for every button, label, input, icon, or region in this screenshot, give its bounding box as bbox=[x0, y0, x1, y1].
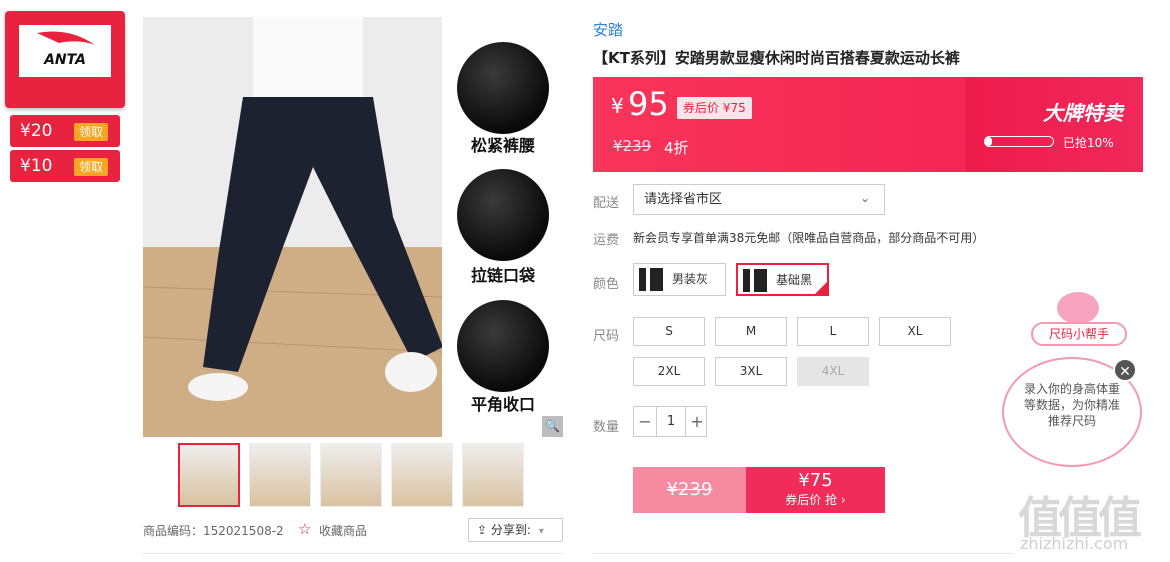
buy-original-price[interactable]: ¥239 bbox=[633, 467, 746, 513]
thumbnail[interactable] bbox=[178, 443, 240, 507]
share-icon: ⇪ bbox=[477, 523, 488, 537]
hem-detail-image bbox=[457, 300, 549, 392]
delivery-label: 配送 bbox=[593, 196, 620, 211]
coupon-20[interactable]: ¥20 领取 bbox=[10, 115, 120, 147]
watermark-url: zhizhizhi.com bbox=[1020, 534, 1129, 553]
buy-after-label: 券后价 抢 › bbox=[785, 493, 846, 507]
zoom-icon[interactable]: 🔍 bbox=[542, 416, 563, 437]
size-label: 尺码 bbox=[593, 329, 620, 344]
buy-after-price: ¥75 bbox=[798, 470, 833, 491]
feature-caption: 拉链口袋 bbox=[470, 266, 535, 285]
size-option[interactable]: XL bbox=[879, 317, 951, 346]
color-label: 颜色 bbox=[593, 277, 620, 292]
zip-pocket-detail-image bbox=[457, 169, 549, 261]
logo-text: ANTA bbox=[44, 52, 86, 68]
main-product-image[interactable] bbox=[143, 17, 442, 437]
shipping-text: 新会员专享首单满38元免邮（限唯品自营商品，部分商品不可用） bbox=[633, 231, 985, 245]
currency-symbol: ¥ bbox=[611, 94, 624, 118]
size-option[interactable]: L bbox=[797, 317, 869, 346]
buy-coupon-button[interactable]: ¥75 券后价 抢 › bbox=[746, 467, 885, 513]
size-helper-text: 录入你的身高体重等数据，为你精准推荐尺码 bbox=[1023, 382, 1120, 428]
color-swatch bbox=[639, 268, 663, 291]
close-icon[interactable]: ✕ bbox=[1113, 358, 1137, 382]
thumbnail[interactable] bbox=[391, 443, 453, 507]
feature-caption: 平角收口 bbox=[470, 395, 535, 414]
coupon-get-button[interactable]: 领取 bbox=[74, 123, 108, 141]
share-button[interactable]: ⇪ 分享到: ▾ bbox=[468, 518, 563, 542]
sold-progress-text: 已抢10% bbox=[1063, 136, 1114, 150]
sold-progress-bar bbox=[984, 136, 1054, 147]
selected-check-icon bbox=[814, 281, 828, 295]
waistband-detail-image bbox=[457, 42, 549, 134]
color-name: 基础黑 bbox=[776, 273, 813, 287]
discount-rate: 4折 bbox=[664, 139, 689, 157]
chevron-down-icon: ⌄ bbox=[860, 191, 871, 205]
quantity-stepper[interactable]: − 1 + bbox=[633, 406, 707, 437]
price-banner: ¥ 95 券后价 ¥75 ¥239 4折 大牌特卖 已抢10% bbox=[593, 77, 1143, 172]
model-pants-illustration bbox=[143, 17, 442, 437]
product-code: 商品编码：152021508-2 bbox=[143, 524, 284, 538]
size-option[interactable]: M bbox=[715, 317, 787, 346]
quantity-value[interactable]: 1 bbox=[656, 407, 686, 436]
current-price: 95 bbox=[628, 85, 669, 123]
detail-features-panel: 松紧裤腰 拉链口袋 平角收口 bbox=[442, 17, 564, 437]
thumbnail[interactable] bbox=[462, 443, 524, 507]
size-option[interactable]: S bbox=[633, 317, 705, 346]
star-icon[interactable]: ☆ bbox=[298, 520, 311, 538]
quantity-label: 数量 bbox=[593, 420, 620, 435]
favorite-label[interactable]: 收藏商品 bbox=[319, 522, 367, 539]
divider bbox=[143, 553, 563, 554]
size-helper-label[interactable]: 尺码小帮手 bbox=[1031, 322, 1127, 346]
thumbnail[interactable] bbox=[249, 443, 311, 507]
coupon-amount: ¥10 bbox=[20, 156, 53, 176]
size-option-disabled: 4XL bbox=[797, 357, 869, 386]
minus-button[interactable]: − bbox=[634, 407, 656, 436]
coupon-get-button[interactable]: 领取 bbox=[74, 158, 108, 176]
mascot-icon bbox=[1057, 292, 1099, 324]
thumbnail[interactable] bbox=[320, 443, 382, 507]
color-option-grey[interactable]: 男装灰 bbox=[633, 263, 726, 296]
anta-logo-swoosh bbox=[37, 31, 95, 45]
coupon-price-tag: 券后价 ¥75 bbox=[677, 97, 752, 119]
size-option[interactable]: 2XL bbox=[633, 357, 705, 386]
sold-progress-fill bbox=[985, 137, 992, 146]
size-option[interactable]: 3XL bbox=[715, 357, 787, 386]
region-select[interactable]: 请选择省市区 bbox=[633, 184, 885, 215]
color-option-black[interactable]: 基础黑 bbox=[736, 263, 829, 296]
brand-link[interactable]: 安踏 bbox=[593, 19, 623, 40]
shipping-label: 运费 bbox=[593, 233, 620, 248]
color-swatch bbox=[743, 269, 767, 292]
product-title: 【KT系列】安踏男款显瘦休闲时尚百搭春夏款运动长裤 bbox=[593, 49, 960, 67]
feature-caption: 松紧裤腰 bbox=[470, 136, 535, 155]
color-name: 男装灰 bbox=[672, 272, 709, 286]
plus-button[interactable]: + bbox=[686, 407, 708, 436]
coupon-amount: ¥20 bbox=[20, 121, 53, 141]
flash-sale-title: 大牌特卖 bbox=[1043, 101, 1123, 125]
anta-logo: ANTA bbox=[19, 25, 111, 77]
chevron-down-icon: ▾ bbox=[538, 526, 544, 537]
coupon-10[interactable]: ¥10 领取 bbox=[10, 150, 120, 182]
share-label: 分享到: bbox=[490, 523, 531, 537]
divider bbox=[593, 553, 1013, 554]
original-price: ¥239 bbox=[613, 137, 652, 155]
